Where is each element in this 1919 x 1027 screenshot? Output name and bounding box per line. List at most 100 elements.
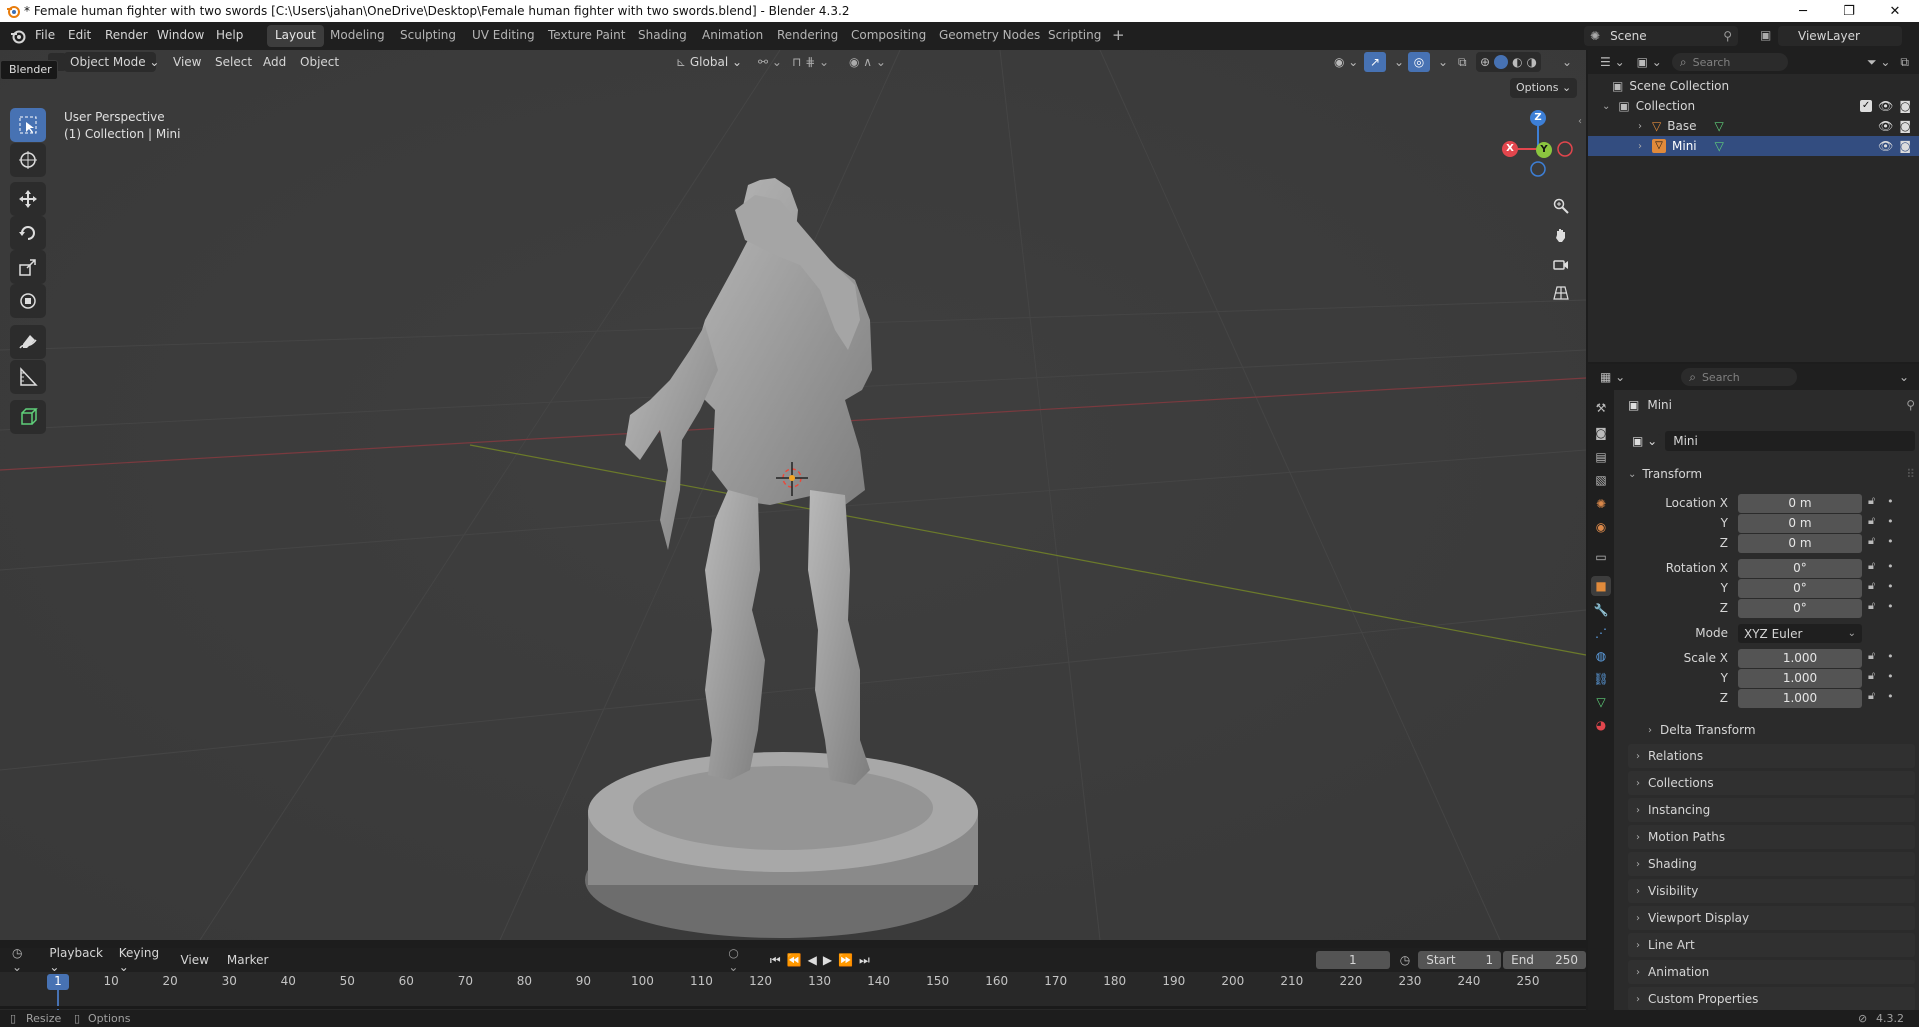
outliner-row-collection[interactable]: ⌄ ▣ Collection ✓ 👁 ◙: [1588, 96, 1919, 116]
filter-icon[interactable]: ⏷ ⌄: [1867, 55, 1890, 70]
output-tab-icon[interactable]: ▤: [1591, 447, 1611, 467]
data-tab-icon[interactable]: ▽: [1591, 692, 1611, 712]
add-workspace-button[interactable]: +: [1104, 23, 1133, 45]
lock-icon[interactable]: 🔓︎: [1868, 494, 1875, 508]
keyframe-dot-icon[interactable]: •: [1887, 650, 1894, 663]
overlay-toggle-icon[interactable]: ◎: [1408, 52, 1430, 72]
menu-edit[interactable]: Edit: [68, 28, 91, 42]
scene-selector[interactable]: ✺ Scene ⚲: [1584, 26, 1738, 46]
material-tab-icon[interactable]: ◕: [1591, 715, 1611, 735]
collection-tab-icon[interactable]: ▭: [1591, 547, 1611, 567]
rotate-tool[interactable]: [10, 216, 46, 250]
mesh-data-icon[interactable]: ▽: [1715, 139, 1724, 153]
constraints-tab-icon[interactable]: ⛓: [1591, 669, 1611, 689]
keyframe-dot-icon[interactable]: •: [1887, 535, 1894, 548]
scale-y-field[interactable]: 1.000: [1738, 669, 1862, 688]
transform-orientation-dropdown[interactable]: ⊾ Global ⌄: [670, 52, 748, 72]
tab-animation[interactable]: Animation: [694, 25, 771, 47]
display-mode-icon[interactable]: ▣ ⌄: [1637, 55, 1662, 69]
add-cube-tool[interactable]: [10, 400, 46, 434]
viewport-menu-view[interactable]: View: [167, 52, 207, 72]
lock-icon[interactable]: 🔓︎: [1868, 599, 1875, 613]
scale-tool[interactable]: [10, 250, 46, 284]
gizmo-dropdown-icon[interactable]: ⌄: [1388, 52, 1410, 72]
menu-window[interactable]: Window: [157, 28, 204, 42]
visibility-icon[interactable]: ◉ ⌄: [1328, 52, 1364, 72]
rotation-z-field[interactable]: 0°: [1738, 599, 1862, 618]
outliner-row-mini[interactable]: › ▽ Mini ▽ 👁 ◙: [1588, 136, 1919, 156]
lock-icon[interactable]: 🔓︎: [1868, 669, 1875, 683]
material-shading-icon[interactable]: ◐: [1512, 55, 1522, 69]
keyframe-dot-icon[interactable]: •: [1887, 560, 1894, 573]
close-button[interactable]: ✕: [1872, 0, 1918, 22]
tab-rendering[interactable]: Rendering: [769, 25, 846, 47]
panel-viewport-display[interactable]: › Viewport Display: [1628, 906, 1915, 930]
3d-viewport[interactable]: Blender Object Mode ⌄ View Select Add Ob…: [0, 50, 1586, 940]
gizmo-toggle-icon[interactable]: ↗: [1364, 52, 1386, 72]
outliner-row-base[interactable]: › ▽ Base ▽ 👁 ◙: [1588, 116, 1919, 136]
location-y-field[interactable]: 0 m: [1738, 514, 1862, 533]
select-box-tool[interactable]: [10, 108, 46, 142]
keyframe-dot-icon[interactable]: •: [1887, 690, 1894, 703]
rotation-mode-dropdown[interactable]: XYZ Euler ⌄: [1738, 624, 1862, 643]
view-layer-icon[interactable]: ▣: [1760, 28, 1771, 42]
tab-compositing[interactable]: Compositing: [843, 25, 934, 47]
tab-scripting[interactable]: Scripting: [1040, 25, 1109, 47]
physics-tab-icon[interactable]: ◍: [1591, 646, 1611, 666]
collection-checkbox[interactable]: ✓: [1860, 100, 1873, 112]
maximize-button[interactable]: ❐: [1826, 0, 1872, 22]
scale-x-field[interactable]: 1.000: [1738, 649, 1862, 668]
keyframe-dot-icon[interactable]: •: [1887, 670, 1894, 683]
keyframe-dot-icon[interactable]: •: [1887, 600, 1894, 613]
camera-view-icon[interactable]: [1548, 251, 1574, 277]
tab-modeling[interactable]: Modeling: [322, 25, 393, 47]
transform-panel-header[interactable]: ⌄ Transform ⠿: [1628, 464, 1915, 484]
keyframe-dot-icon[interactable]: •: [1887, 515, 1894, 528]
location-z-field[interactable]: 0 m: [1738, 534, 1862, 553]
shading-dropdown-icon[interactable]: ⌄: [1556, 52, 1578, 72]
overlay-dropdown-icon[interactable]: ⌄: [1432, 52, 1454, 72]
tab-uv-editing[interactable]: UV Editing: [464, 25, 543, 47]
gizmo-z-axis[interactable]: Z: [1530, 110, 1546, 126]
tab-sculpting[interactable]: Sculpting: [392, 25, 464, 47]
tab-texture-paint[interactable]: Texture Paint: [540, 25, 633, 47]
panel-motion-paths[interactable]: › Motion Paths: [1628, 825, 1915, 849]
panel-animation[interactable]: › Animation: [1628, 960, 1915, 984]
wireframe-shading-icon[interactable]: ⊕: [1480, 55, 1490, 69]
tab-shading[interactable]: Shading: [630, 25, 695, 47]
visibility-eye-icon[interactable]: 👁: [1878, 99, 1893, 113]
object-data-type-icon[interactable]: ▣ ⌄: [1628, 434, 1662, 448]
cursor-tool[interactable]: [10, 143, 46, 177]
location-x-field[interactable]: 0 m: [1738, 494, 1862, 513]
solid-shading-icon[interactable]: [1494, 55, 1509, 69]
scene-tab-icon[interactable]: ✺: [1591, 494, 1611, 514]
mode-dropdown[interactable]: Object Mode ⌄: [64, 52, 159, 72]
viewport-menu-select[interactable]: Select: [209, 52, 258, 72]
minimize-button[interactable]: ─: [1780, 0, 1826, 22]
panel-relations[interactable]: › Relations: [1628, 744, 1915, 768]
properties-search-field[interactable]: ⌕ Search: [1681, 368, 1798, 386]
world-tab-icon[interactable]: ◉: [1591, 517, 1611, 537]
sidebar-toggle-icon[interactable]: ‹: [1578, 116, 1582, 127]
panel-shading[interactable]: › Shading: [1628, 852, 1915, 876]
outliner-search-field[interactable]: ⌕ Search: [1671, 53, 1788, 71]
render-camera-icon[interactable]: ◙: [1899, 119, 1911, 133]
menu-help[interactable]: Help: [216, 28, 243, 42]
pan-hand-icon[interactable]: [1548, 222, 1574, 248]
mesh-data-icon[interactable]: ▽: [1714, 119, 1723, 133]
panel-custom-properties[interactable]: › Custom Properties: [1628, 987, 1915, 1011]
particles-tab-icon[interactable]: ⋰: [1591, 623, 1611, 643]
expand-chevron-icon[interactable]: ›: [1638, 141, 1642, 152]
visibility-eye-icon[interactable]: 👁: [1878, 119, 1893, 133]
view-layer-selector[interactable]: ViewLayer: [1778, 26, 1902, 46]
outliner-row-scene-collection[interactable]: ▣ Scene Collection: [1588, 76, 1919, 96]
lock-icon[interactable]: 🔓︎: [1868, 534, 1875, 548]
annotate-tool[interactable]: [10, 325, 46, 359]
drag-handle-icon[interactable]: ⠿: [1906, 467, 1915, 481]
options-dropdown[interactable]: Options ⌄: [1510, 78, 1578, 98]
tab-geometry-nodes[interactable]: Geometry Nodes: [931, 25, 1048, 47]
keyframe-dot-icon[interactable]: •: [1887, 580, 1894, 593]
lock-icon[interactable]: 🔓︎: [1868, 579, 1875, 593]
xray-icon[interactable]: ⧉: [1452, 52, 1473, 72]
tab-layout[interactable]: Layout: [267, 25, 324, 47]
